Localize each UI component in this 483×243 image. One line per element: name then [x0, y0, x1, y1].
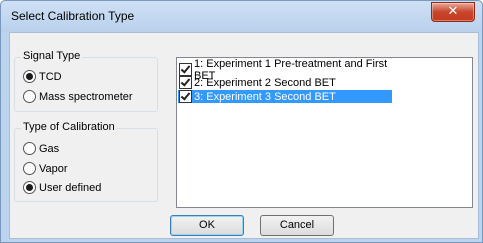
calibration-type-group: Type of Calibration Gas Vapor User defin…: [14, 121, 158, 202]
experiment-label: 3: Experiment 3 Second BET: [194, 90, 336, 103]
radio-label: Mass spectrometer: [39, 90, 133, 103]
experiment-checklist[interactable]: 1: Experiment 1 Pre-treatment and First …: [176, 57, 473, 208]
dialog-title: Select Calibration Type: [11, 9, 135, 23]
ok-button[interactable]: OK: [170, 215, 244, 236]
signal-type-legend: Signal Type: [21, 50, 83, 62]
checkbox-icon[interactable]: [179, 63, 192, 76]
signal-type-group: Signal Type TCD Mass spectrometer: [14, 50, 158, 112]
radio-tcd[interactable]: TCD: [23, 70, 62, 83]
radio-button-icon[interactable]: [23, 162, 36, 175]
radio-button-icon[interactable]: [23, 181, 36, 194]
dialog-client-area: Signal Type TCD Mass spectrometer Type o…: [9, 32, 479, 239]
radio-button-icon[interactable]: [23, 70, 36, 83]
cancel-button[interactable]: Cancel: [260, 215, 334, 236]
radio-vapor[interactable]: Vapor: [23, 162, 68, 175]
dialog-window: Select Calibration Type ✕ Signal Type TC…: [0, 0, 483, 243]
close-icon: ✕: [447, 4, 459, 19]
experiment-item-selected[interactable]: 3: Experiment 3 Second BET: [178, 90, 392, 103]
calibration-type-legend: Type of Calibration: [21, 121, 117, 133]
radio-label: TCD: [39, 70, 62, 83]
radio-label: Vapor: [39, 162, 68, 175]
experiment-label: 2: Experiment 2 Second BET: [194, 76, 336, 89]
close-button[interactable]: ✕: [431, 2, 475, 22]
experiment-item[interactable]: 2: Experiment 2 Second BET: [178, 76, 392, 89]
radio-gas[interactable]: Gas: [23, 142, 59, 155]
checkbox-icon[interactable]: [179, 76, 192, 89]
radio-label: User defined: [39, 181, 102, 194]
radio-user-defined[interactable]: User defined: [23, 181, 101, 194]
checkbox-icon[interactable]: [179, 90, 192, 103]
radio-label: Gas: [39, 142, 60, 155]
title-bar[interactable]: Select Calibration Type ✕: [1, 1, 482, 32]
radio-mass-spectrometer[interactable]: Mass spectrometer: [23, 90, 133, 103]
radio-button-icon[interactable]: [23, 142, 36, 155]
experiment-item[interactable]: 1: Experiment 1 Pre-treatment and First …: [178, 58, 392, 82]
radio-button-icon[interactable]: [23, 90, 36, 103]
